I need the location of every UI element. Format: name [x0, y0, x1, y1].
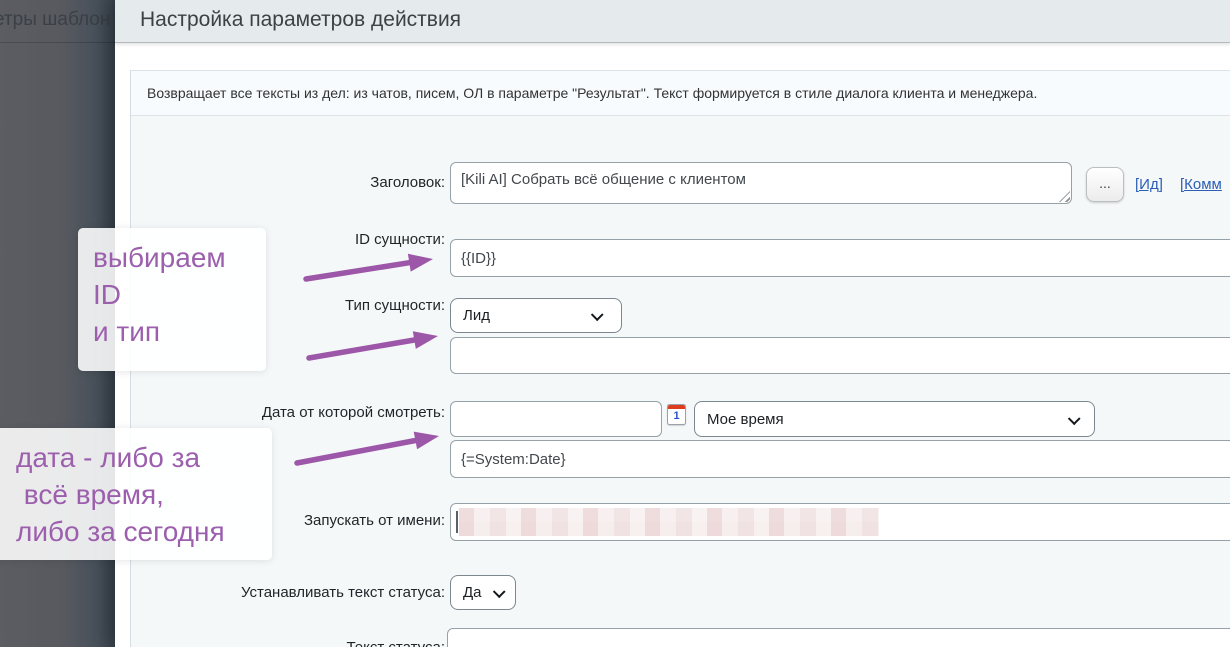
- description-text: Возвращает все тексты из дел: из чатов, …: [147, 85, 1037, 101]
- title-textarea[interactable]: [Kili AI] Собрать всё общение с клиентом: [450, 162, 1072, 204]
- entity-type-selected-value: Лид: [463, 307, 490, 324]
- more-button[interactable]: ...: [1086, 167, 1124, 202]
- status-text-input[interactable]: [447, 628, 1230, 647]
- id-link[interactable]: [Ид]: [1135, 176, 1163, 193]
- dialog-title: Настройка параметров действия: [140, 8, 461, 32]
- status-text-label: Текст статуса:: [130, 639, 445, 647]
- screen: етры шаблон Настройка параметров действи…: [0, 0, 1230, 647]
- chevron-down-icon: [591, 308, 604, 321]
- chevron-down-icon: [1068, 412, 1081, 425]
- entity-type-extra-input[interactable]: [450, 337, 1230, 374]
- underlying-dialog-header: етры шаблон: [0, 0, 116, 43]
- set-status-text-select[interactable]: Да: [450, 575, 516, 610]
- date-from-input[interactable]: [450, 401, 662, 437]
- system-date-input[interactable]: [450, 440, 1230, 478]
- text-caret: [456, 511, 458, 533]
- entity-type-select[interactable]: Лид: [450, 298, 622, 333]
- annotation-note-entity: выбираем ID и тип: [78, 228, 266, 371]
- title-field-label: Заголовок:: [130, 174, 445, 191]
- annotation-note-date: дата - либо за всё время, либо за сегодн…: [0, 428, 272, 560]
- underlying-dialog-title: етры шаблон: [0, 9, 110, 31]
- description-box: Возвращает все тексты из дел: из чатов, …: [131, 70, 1230, 116]
- set-status-text-label: Устанавливать текст статуса:: [130, 584, 445, 601]
- calendar-icon-day: 1: [668, 410, 685, 422]
- set-status-selected-value: Да: [463, 584, 482, 601]
- calendar-icon[interactable]: 1: [667, 404, 686, 425]
- run-as-input[interactable]: [450, 503, 1230, 541]
- redacted-text-blur: [459, 508, 879, 536]
- time-mode-selected-value: Мое время: [707, 411, 784, 428]
- comment-link[interactable]: [Комм: [1180, 176, 1222, 193]
- calendar-icon-top-bar: [668, 405, 685, 409]
- dialog-header: Настройка параметров действия: [115, 0, 1230, 43]
- time-mode-select[interactable]: Мое время: [694, 401, 1095, 437]
- chevron-down-icon: [493, 585, 506, 598]
- action-settings-dialog: Настройка параметров действия Возвращает…: [115, 0, 1230, 647]
- entity-id-input[interactable]: [450, 239, 1230, 277]
- date-from-label: Дата от которой смотреть:: [130, 404, 445, 421]
